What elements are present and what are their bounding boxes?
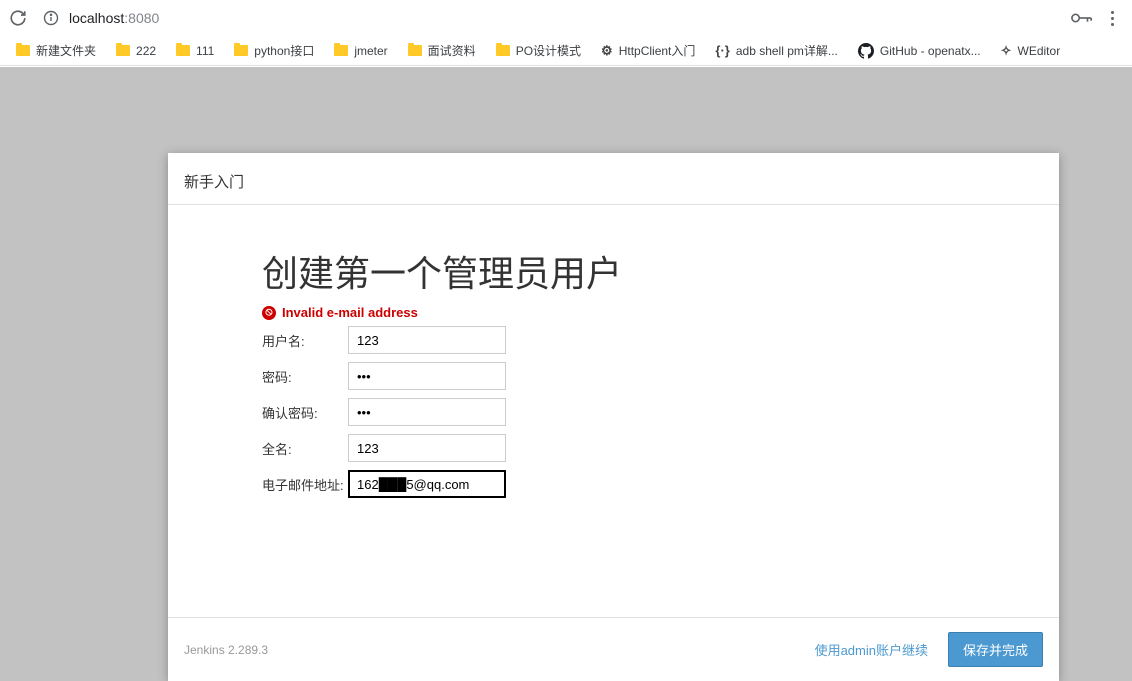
fullname-label: 全名:	[262, 439, 348, 458]
password-key-icon[interactable]	[1071, 12, 1093, 24]
bookmark-item[interactable]: {·}adb shell pm详解...	[707, 38, 846, 63]
bookmark-item[interactable]: 111	[168, 40, 222, 62]
form-row-username: 用户名:	[262, 326, 1059, 354]
url-text[interactable]: localhost:8080	[69, 10, 1071, 26]
save-button[interactable]: 保存并完成	[948, 632, 1043, 667]
password-input[interactable]	[348, 362, 506, 390]
page-content: 新手入门 创建第一个管理员用户 ⦸ Invalid e-mail address…	[0, 67, 1132, 681]
bookmark-item[interactable]: ✧WEditor	[993, 39, 1069, 63]
setup-modal: 新手入门 创建第一个管理员用户 ⦸ Invalid e-mail address…	[168, 153, 1059, 681]
confirm-input[interactable]	[348, 398, 506, 426]
modal-header: 新手入门	[168, 153, 1059, 205]
jenkins-version: Jenkins 2.289.3	[184, 643, 268, 657]
username-label: 用户名:	[262, 331, 348, 350]
bookmarks-bar: 新建文件夹 222 111 python接口 jmeter 面试资料 PO设计模…	[0, 36, 1132, 66]
email-input[interactable]	[348, 470, 506, 498]
modal-body: 创建第一个管理员用户 ⦸ Invalid e-mail address 用户名:…	[168, 205, 1059, 498]
form-row-password: 密码:	[262, 362, 1059, 390]
skip-button[interactable]: 使用admin账户继续	[815, 640, 928, 659]
folder-icon	[496, 45, 510, 56]
error-text: Invalid e-mail address	[282, 305, 418, 320]
site-info-icon[interactable]	[43, 10, 59, 26]
folder-icon	[408, 45, 422, 56]
browser-chrome: localhost:8080 新建文件夹 222 111 python接口 jm…	[0, 0, 1132, 67]
password-label: 密码:	[262, 367, 348, 386]
form-row-fullname: 全名:	[262, 434, 1059, 462]
folder-icon	[16, 45, 30, 56]
bookmark-item[interactable]: 面试资料	[400, 38, 484, 63]
address-bar: localhost:8080	[0, 0, 1132, 36]
bookmark-item[interactable]: python接口	[226, 38, 322, 63]
error-icon: ⦸	[262, 306, 276, 320]
url-port: :8080	[124, 10, 159, 26]
http-icon: ⚙	[601, 43, 613, 59]
bookmark-item[interactable]: ⚙HttpClient入门	[593, 38, 703, 63]
confirm-label: 确认密码:	[262, 403, 348, 422]
form-row-email: 电子邮件地址:	[262, 470, 1059, 498]
folder-icon	[234, 45, 248, 56]
email-label: 电子邮件地址:	[262, 475, 348, 494]
app-icon: ✧	[1001, 43, 1012, 59]
fullname-input[interactable]	[348, 434, 506, 462]
error-message: ⦸ Invalid e-mail address	[262, 305, 1059, 320]
folder-icon	[334, 45, 348, 56]
page-title: 创建第一个管理员用户	[262, 245, 1059, 297]
code-icon: {·}	[715, 43, 729, 58]
url-host: localhost	[69, 10, 124, 26]
bookmark-item[interactable]: jmeter	[326, 40, 395, 62]
form-row-confirm: 确认密码:	[262, 398, 1059, 426]
bookmark-item[interactable]: 新建文件夹	[8, 38, 104, 63]
bookmark-item[interactable]: 222	[108, 40, 164, 62]
more-menu-icon[interactable]	[1111, 11, 1114, 26]
folder-icon	[176, 45, 190, 56]
bookmark-item[interactable]: PO设计模式	[488, 38, 589, 63]
folder-icon	[116, 45, 130, 56]
address-right-icons	[1071, 11, 1124, 26]
github-icon	[858, 43, 874, 59]
footer-buttons: 使用admin账户继续 保存并完成	[815, 632, 1043, 667]
username-input[interactable]	[348, 326, 506, 354]
reload-icon[interactable]	[9, 9, 27, 27]
bookmark-item[interactable]: GitHub - openatx...	[850, 39, 989, 63]
modal-footer: Jenkins 2.289.3 使用admin账户继续 保存并完成	[168, 617, 1059, 681]
